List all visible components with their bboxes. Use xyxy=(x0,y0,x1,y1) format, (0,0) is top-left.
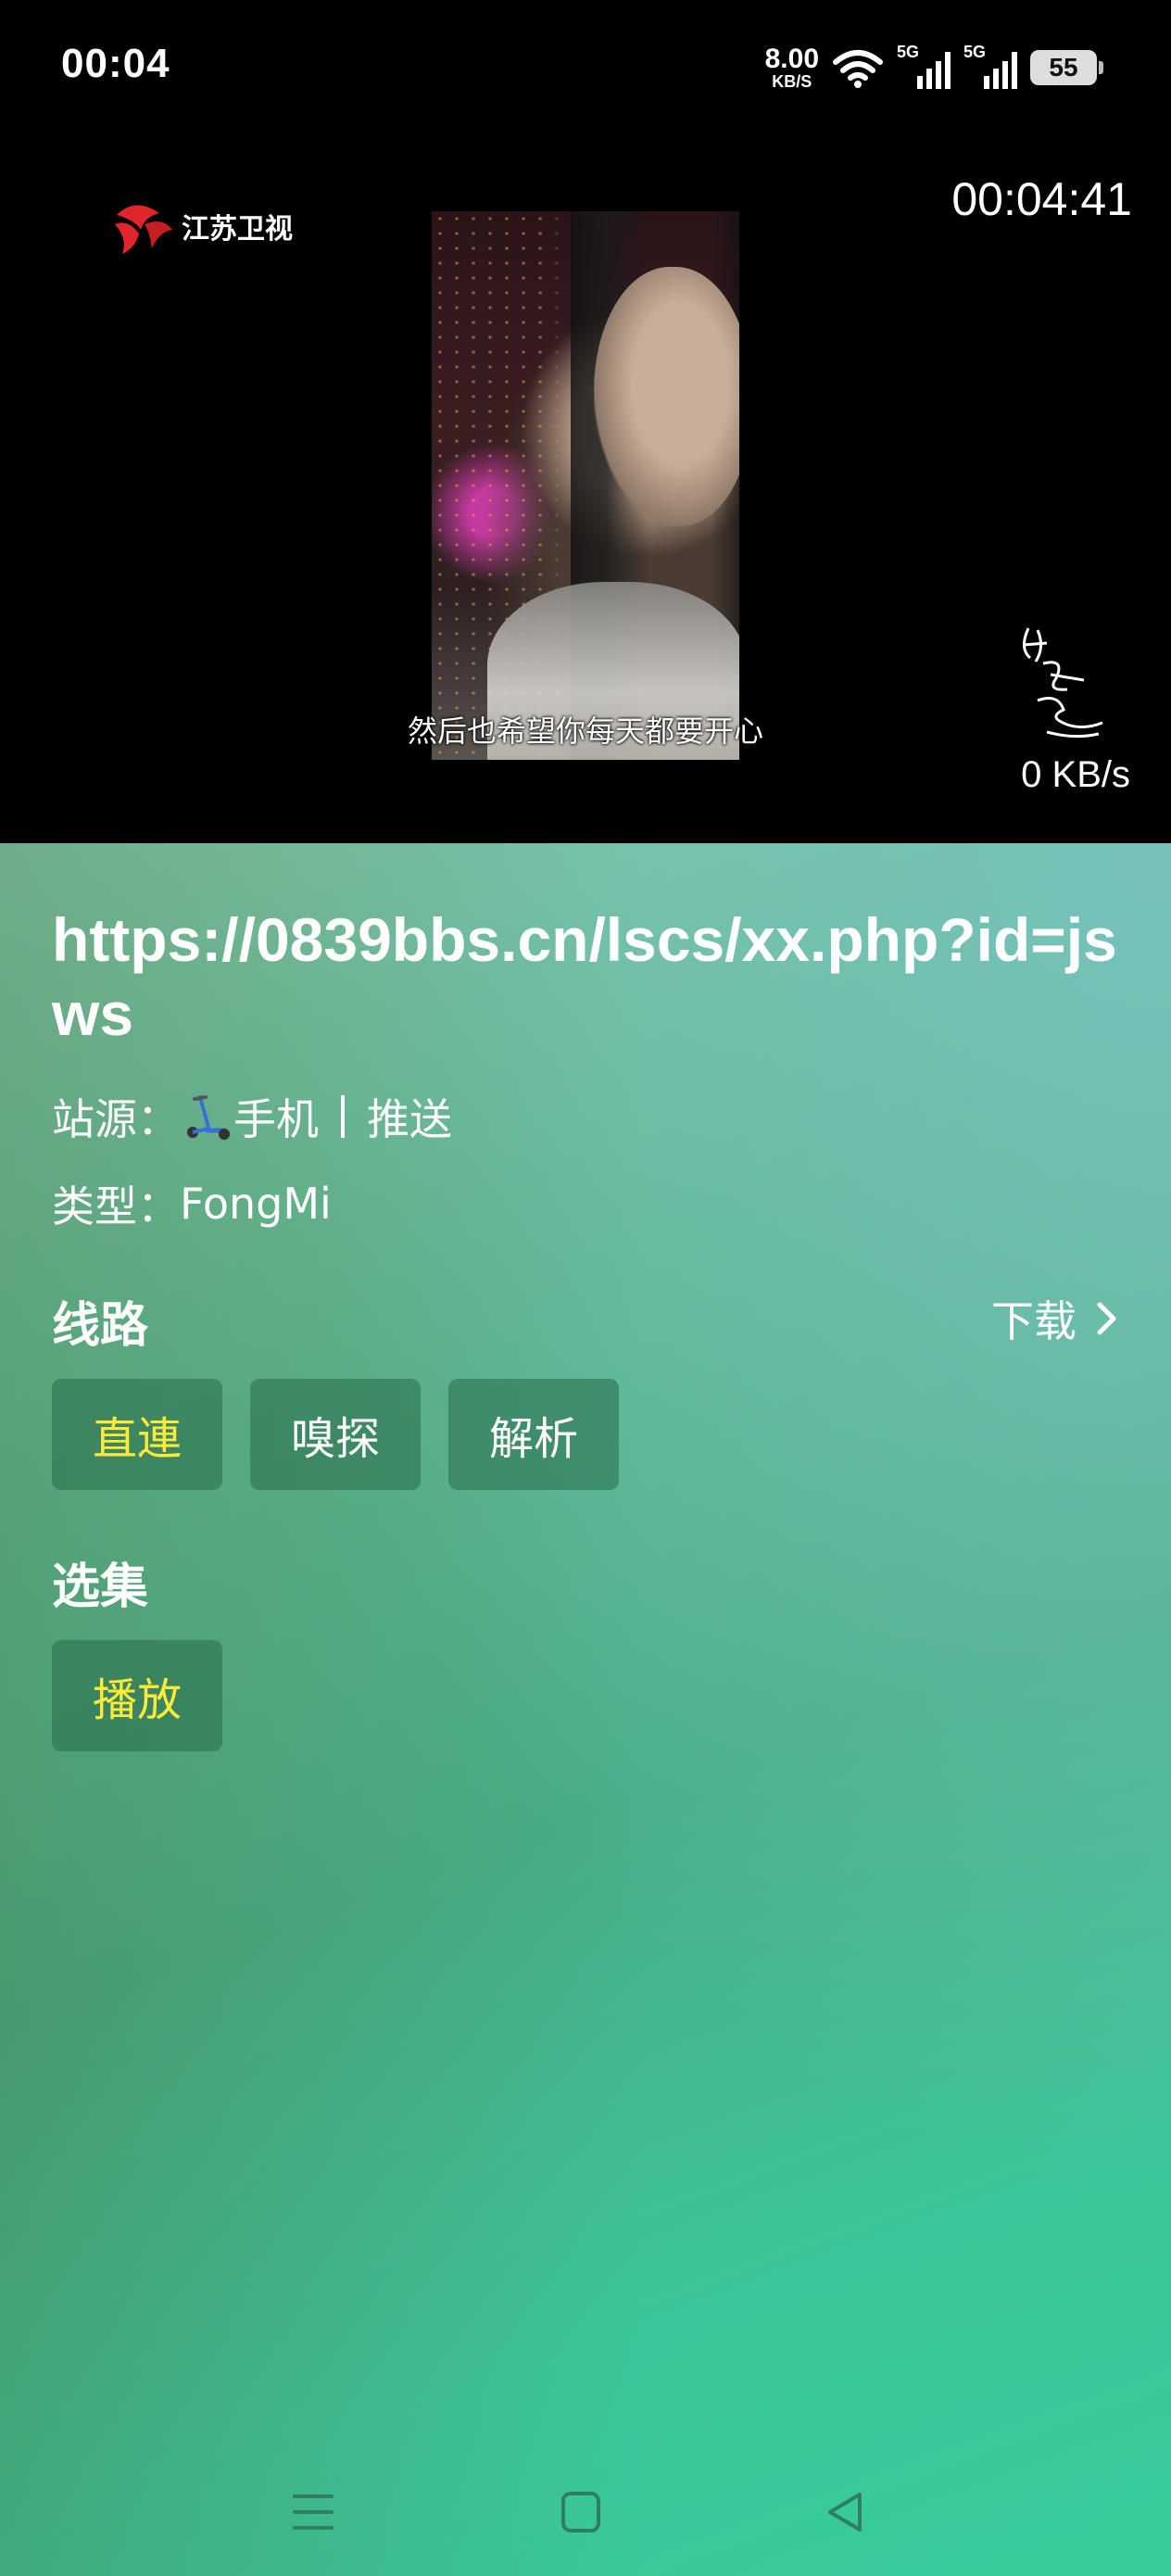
status-bar: 00:04 8.00 KB/S 5G 5G 55 xyxy=(0,0,1171,130)
home-icon[interactable] xyxy=(560,2489,602,2535)
page-title: https://0839bbs.cn/lscs/xx.php?id=jsws xyxy=(52,905,1117,1048)
route-heading: 线路 xyxy=(52,1298,149,1354)
network-speed-value: 8.00 xyxy=(764,44,819,74)
network-speed: 8.00 KB/S xyxy=(764,44,819,91)
status-indicators: 8.00 KB/S 5G 5G 55 xyxy=(764,43,1103,91)
wifi-icon xyxy=(833,50,883,88)
detail-panel: https://0839bbs.cn/lscs/xx.php?id=jsws 站… xyxy=(0,843,1171,2576)
download-button[interactable]: 下载 xyxy=(991,1288,1119,1349)
source-value-2: 推送 xyxy=(367,1094,452,1144)
episodes-heading: 选集 xyxy=(52,1559,149,1615)
route-chip-direct[interactable]: 直連 xyxy=(52,1379,223,1490)
video-subtitle: 然后也希望你每天都要开心 xyxy=(407,713,763,749)
channel-logo-text: 江苏卫视 xyxy=(182,213,293,246)
video-player[interactable]: 00:04 8.00 KB/S 5G 5G 55 江苏卫视 00:04:41 然… xyxy=(0,0,1171,843)
battery-icon: 55 xyxy=(1030,50,1103,85)
scooter-icon xyxy=(187,1095,230,1140)
player-clock: 00:04:41 xyxy=(951,173,1132,225)
buffer-speed: 0 KB/s xyxy=(1021,754,1130,795)
source-label: 站源： xyxy=(52,1094,180,1144)
route-chip-sniff[interactable]: 嗅探 xyxy=(250,1379,422,1490)
sim2-type: 5G xyxy=(963,43,987,61)
back-icon[interactable] xyxy=(823,2489,867,2535)
episode-chip-play[interactable]: 播放 xyxy=(52,1640,223,1751)
signature-watermark xyxy=(1022,627,1103,739)
status-time: 00:04 xyxy=(61,41,170,86)
download-label: 下载 xyxy=(991,1296,1077,1346)
route-list: 直連 嗅探 解析 xyxy=(52,1379,620,1490)
video-frame xyxy=(432,211,739,760)
channel-logo-icon xyxy=(115,205,172,254)
source-row: 站源： 手机 推送 xyxy=(52,1086,452,1147)
episode-list: 播放 xyxy=(52,1640,223,1751)
type-row: 类型： FongMi xyxy=(52,1173,332,1234)
channel-logo: 江苏卫视 xyxy=(107,196,293,256)
source-separator xyxy=(341,1095,345,1138)
source-value-1: 手机 xyxy=(233,1094,319,1144)
signal-sim1-icon: 5G xyxy=(897,43,951,89)
sim1-type: 5G xyxy=(897,43,920,61)
battery-level: 55 xyxy=(1049,53,1078,82)
route-chip-parse[interactable]: 解析 xyxy=(448,1379,620,1490)
network-speed-unit: KB/S xyxy=(772,72,812,91)
navigation-bar xyxy=(0,2465,1171,2567)
signal-sim2-icon: 5G xyxy=(963,43,1017,89)
chevron-right-icon xyxy=(1097,1302,1116,1335)
type-label: 类型： xyxy=(52,1181,180,1231)
type-value: FongMi xyxy=(180,1179,332,1229)
menu-icon[interactable] xyxy=(291,2489,335,2535)
